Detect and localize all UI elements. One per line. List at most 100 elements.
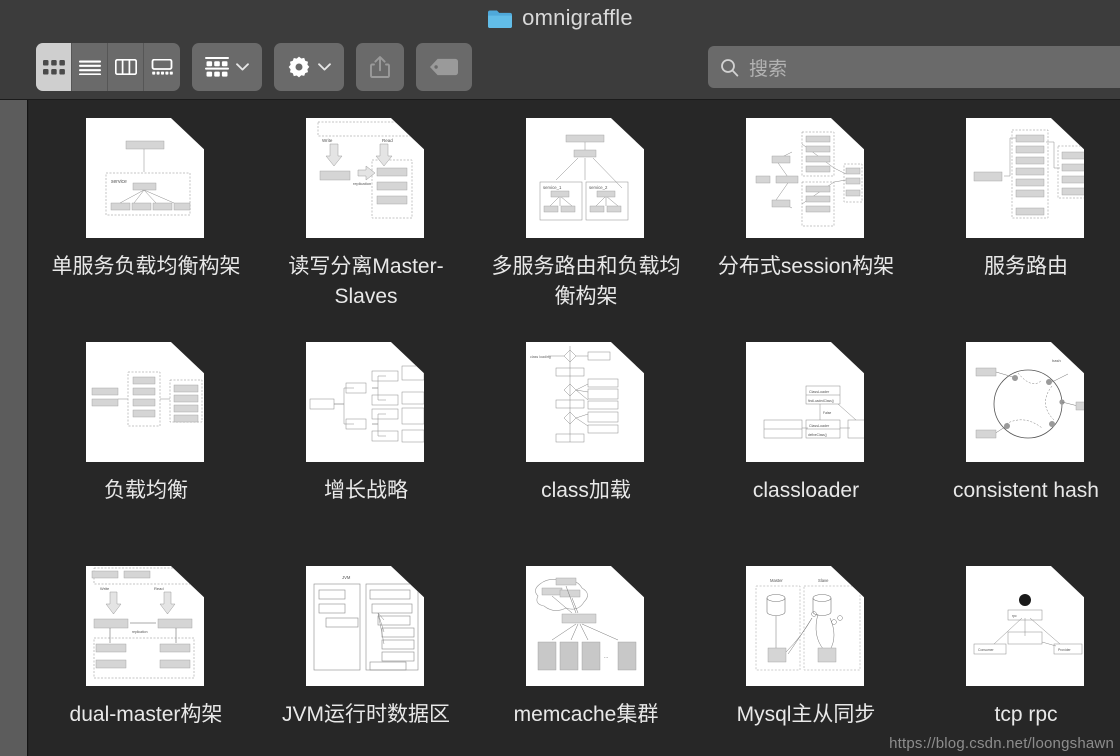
file-thumbnail[interactable]: ClassLoader findLoadedClass() ClassLoade… xyxy=(746,342,866,464)
chevron-down-icon xyxy=(318,63,331,71)
file-item[interactable]: service 单服务负载均衡构架 xyxy=(36,118,256,342)
class-loading-flow-diagram: class loading xyxy=(530,346,619,443)
document-icon xyxy=(86,342,204,462)
file-name: 多服务路由和负载均衡构架 xyxy=(491,255,681,309)
multi-service-routing-diagram: service_1 service_2 xyxy=(539,134,629,221)
svg-text:service: service xyxy=(111,179,127,185)
action-menu-button[interactable] xyxy=(274,43,344,91)
file-item[interactable]: rpc Consumer Provider tcp rpc xyxy=(916,566,1120,756)
file-item[interactable]: Master Slave Mysql主从同步 xyxy=(696,566,916,756)
document-icon: rpc Consumer Provider xyxy=(966,566,1084,686)
document-icon: Master Slave xyxy=(746,566,864,686)
file-thumbnail[interactable]: service xyxy=(86,118,206,240)
document-icon: service xyxy=(86,118,204,238)
svg-text:False: False xyxy=(823,411,831,415)
master-slaves-replication-diagram: Write Read replication xyxy=(317,121,413,219)
folder-icon xyxy=(488,10,513,28)
search-field[interactable]: 搜索 xyxy=(708,46,1120,88)
sidebar[interactable] xyxy=(0,100,28,756)
file-item[interactable]: Write Read replication 读写分离Master-Slaves xyxy=(256,118,476,342)
svg-text:service_1: service_1 xyxy=(543,185,562,190)
document-icon: ... xyxy=(526,566,644,686)
file-thumbnail[interactable] xyxy=(746,118,866,240)
file-thumbnail[interactable]: JVM xyxy=(306,566,426,688)
file-item[interactable]: ClassLoader findLoadedClass() ClassLoade… xyxy=(696,342,916,566)
svg-text:defineClass(): defineClass() xyxy=(808,433,827,437)
distributed-session-diagram xyxy=(755,131,863,227)
file-name: classloader xyxy=(752,479,860,502)
window-body: service 单服务负载均衡构架 Write Read replication… xyxy=(0,100,1120,756)
consistent-hash-ring-diagram: hash xyxy=(975,358,1084,439)
document-icon: ClassLoader findLoadedClass() ClassLoade… xyxy=(746,342,864,462)
dual-master-diagram: Write Read replication xyxy=(91,567,195,679)
view-mode-list-button[interactable] xyxy=(72,43,108,91)
svg-text:rpc: rpc xyxy=(1012,614,1017,618)
document-icon: class loading xyxy=(526,342,644,462)
file-thumbnail[interactable] xyxy=(966,118,1086,240)
file-item[interactable]: class loading class加载 xyxy=(476,342,696,566)
memcache-cluster-diagram: ... xyxy=(535,577,637,671)
group-by-button[interactable] xyxy=(192,43,262,91)
svg-text:Master: Master xyxy=(770,578,783,583)
document-icon: JVM xyxy=(306,566,424,686)
svg-text:findLoadedClass(): findLoadedClass() xyxy=(808,399,834,403)
file-name: memcache集群 xyxy=(513,703,659,726)
file-item[interactable]: service_1 service_2 多服务路由和负载均衡构架 xyxy=(476,118,696,342)
file-item[interactable]: 服务路由 xyxy=(916,118,1120,342)
file-name: class加载 xyxy=(541,479,631,502)
svg-text:hash: hash xyxy=(1052,358,1061,363)
load-balance-diagram xyxy=(91,371,203,427)
file-thumbnail[interactable]: Write Read replication xyxy=(86,566,206,688)
file-name: 服务路由 xyxy=(984,255,1068,278)
file-thumbnail[interactable]: class loading xyxy=(526,342,646,464)
view-mode-segmented-control[interactable] xyxy=(36,43,180,91)
mysql-replication-diagram: Master Slave xyxy=(755,578,861,671)
document-icon: Write Read replication xyxy=(86,566,204,686)
file-name: 增长战略 xyxy=(324,479,408,502)
view-mode-gallery-button[interactable] xyxy=(144,43,180,91)
file-thumbnail[interactable] xyxy=(306,342,426,464)
file-item[interactable]: 增长战略 xyxy=(256,342,476,566)
tag-icon xyxy=(430,58,458,76)
service-routing-diagram xyxy=(973,129,1084,219)
file-name: tcp rpc xyxy=(994,703,1058,726)
svg-text:Provider: Provider xyxy=(1058,648,1071,652)
window-title: omnigraffle xyxy=(522,5,633,30)
search-icon xyxy=(721,58,739,77)
file-item[interactable]: JVM JVM运行时数据区 xyxy=(256,566,476,756)
file-name: consistent hash xyxy=(953,479,1099,502)
file-thumbnail[interactable] xyxy=(86,342,206,464)
file-item[interactable]: 分布式session构架 xyxy=(696,118,916,342)
svg-text:JVM: JVM xyxy=(342,575,351,580)
view-mode-column-button[interactable] xyxy=(108,43,144,91)
document-icon: service_1 service_2 xyxy=(526,118,644,238)
document-icon: Write Read replication xyxy=(306,118,424,238)
file-item[interactable]: hash consistent hash xyxy=(916,342,1120,566)
file-thumbnail[interactable]: rpc Consumer Provider xyxy=(966,566,1086,688)
search-input[interactable]: 搜索 xyxy=(749,54,787,81)
list-icon xyxy=(78,60,101,75)
file-thumbnail[interactable]: hash xyxy=(966,342,1086,464)
file-name: 负载均衡 xyxy=(104,479,188,502)
svg-text:Read: Read xyxy=(154,586,164,591)
file-name: 分布式session构架 xyxy=(717,255,895,278)
file-thumbnail[interactable]: ... xyxy=(526,566,646,688)
single-service-load-balance-diagram: service xyxy=(105,140,191,216)
document-icon xyxy=(966,118,1084,238)
file-thumbnail[interactable]: Write Read replication xyxy=(306,118,426,240)
file-item[interactable]: 负载均衡 xyxy=(36,342,256,566)
file-thumbnail[interactable]: Master Slave xyxy=(746,566,866,688)
tag-button[interactable] xyxy=(416,43,472,91)
file-grid-area[interactable]: service 单服务负载均衡构架 Write Read replication… xyxy=(29,100,1120,756)
gear-icon xyxy=(288,56,310,78)
columns-icon xyxy=(114,59,137,75)
svg-text:ClassLoader: ClassLoader xyxy=(809,390,830,394)
file-item[interactable]: Write Read replication dual-master构架 xyxy=(36,566,256,756)
file-thumbnail[interactable]: service_1 service_2 xyxy=(526,118,646,240)
file-item[interactable]: ... memcache集群 xyxy=(476,566,696,756)
share-button[interactable] xyxy=(356,43,404,91)
grid-icon xyxy=(42,59,65,74)
view-mode-icon-button[interactable] xyxy=(36,43,72,91)
svg-text:service_2: service_2 xyxy=(589,185,608,190)
svg-text:ClassLoader: ClassLoader xyxy=(809,424,830,428)
